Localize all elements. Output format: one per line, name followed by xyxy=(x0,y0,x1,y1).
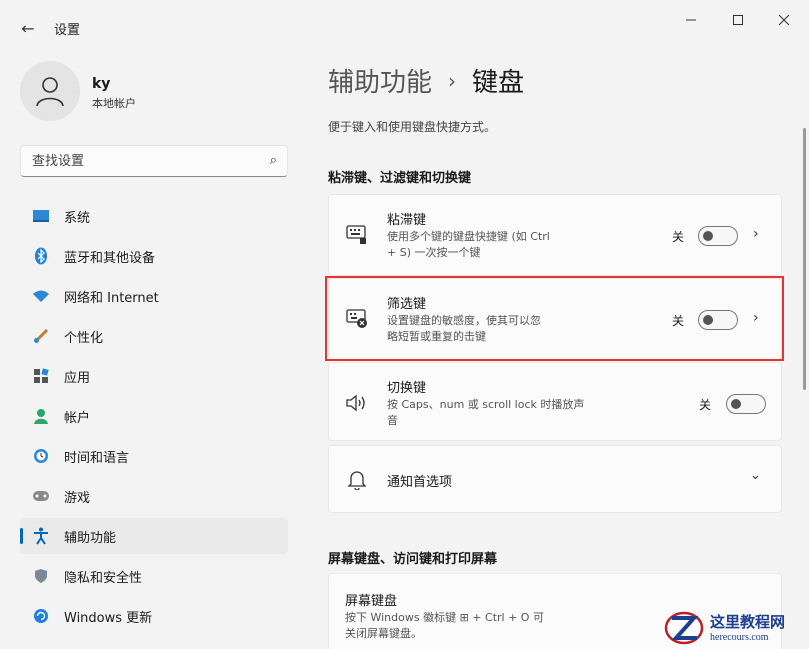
main-content: 辅助功能 › 键盘 便于键入和使用键盘快捷方式。 粘滞键、过滤键和切换键 粘滞键… xyxy=(305,48,809,649)
sidebar-item-label: 网络和 Internet xyxy=(64,290,159,306)
sidebar-item-apps[interactable]: 应用 xyxy=(20,358,288,394)
maximize-icon xyxy=(733,15,743,25)
section-title: 粘滞键、过滤键和切换键 xyxy=(328,171,472,186)
toggle-keys-state: 关 xyxy=(699,398,712,412)
on-screen-keyboard-title: 屏幕键盘 xyxy=(345,594,398,609)
on-screen-keyboard-description: 按下 Windows 徽标键 ⊞ + Ctrl + O 可 关闭屏幕键盘。 xyxy=(345,611,544,640)
sidebar-item-time-language[interactable]: 时间和语言 xyxy=(20,438,288,474)
watermark-text: 这里教程网 xyxy=(710,612,786,631)
close-button[interactable] xyxy=(769,8,799,32)
minimize-icon xyxy=(686,19,696,21)
sidebar-item-windows-update[interactable]: Windows 更新 xyxy=(20,598,288,634)
filter-keys-title: 筛选键 xyxy=(387,297,427,312)
back-button[interactable]: ← xyxy=(16,16,40,40)
chevron-right-icon[interactable]: › xyxy=(753,310,759,326)
title-bar: ← 设置 xyxy=(0,0,809,48)
sidebar-item-bluetooth[interactable]: 蓝牙和其他设备 xyxy=(20,238,288,274)
sidebar-item-label: 时间和语言 xyxy=(64,450,130,466)
person-icon xyxy=(36,77,64,107)
search-icon[interactable]: ⌕ xyxy=(270,153,277,168)
sidebar-item-network[interactable]: 网络和 Internet xyxy=(20,278,288,314)
sticky-keys-state: 关 xyxy=(672,230,685,244)
chevron-down-icon[interactable]: ⌄ xyxy=(750,468,761,483)
sidebar-item-label: 蓝牙和其他设备 xyxy=(64,250,156,266)
sidebar-item-label: 应用 xyxy=(64,370,91,386)
sidebar-item-accessibility[interactable]: 辅助功能 xyxy=(20,518,288,554)
page-title: 键盘 xyxy=(472,68,525,98)
avatar[interactable] xyxy=(20,61,80,121)
search-box[interactable]: ⌕ xyxy=(20,145,288,177)
app-title: 设置 xyxy=(54,23,81,38)
sidebar-item-label: 帐户 xyxy=(64,410,91,426)
watermark: 这里教程网 herecours.com xyxy=(662,604,809,649)
search-input[interactable] xyxy=(21,146,251,176)
keyboard-icon xyxy=(345,223,369,247)
bluetooth-icon xyxy=(32,247,50,265)
notification-preferences-title: 通知首选项 xyxy=(387,475,453,490)
toggle-keys-title: 切换键 xyxy=(387,381,427,396)
user-name: ky xyxy=(92,76,111,92)
sidebar-item-label: 辅助功能 xyxy=(64,530,117,546)
sticky-keys-description: 使用多个键的键盘快捷键 (如 Ctrl + S) 一次按一个键 xyxy=(387,230,550,259)
maximize-button[interactable] xyxy=(723,8,753,32)
apps-icon xyxy=(32,367,50,385)
sidebar-item-label: 隐私和安全性 xyxy=(64,570,143,586)
accessibility-icon xyxy=(32,527,50,545)
scrollbar[interactable] xyxy=(803,128,806,390)
bell-icon xyxy=(345,468,369,492)
sidebar-item-gaming[interactable]: 游戏 xyxy=(20,478,288,514)
sidebar-item-label: 游戏 xyxy=(64,490,91,506)
chevron-right-icon[interactable]: › xyxy=(753,226,759,242)
sidebar-item-personalization[interactable]: 个性化 xyxy=(20,318,288,354)
arrow-left-icon: ← xyxy=(21,18,35,38)
wifi-icon xyxy=(32,287,50,305)
sidebar-item-label: Windows 更新 xyxy=(64,610,153,626)
sidebar-item-privacy[interactable]: 隐私和安全性 xyxy=(20,558,288,594)
account-type: 本地帐户 xyxy=(92,97,136,110)
person-icon xyxy=(32,407,50,425)
monitor-icon xyxy=(32,207,50,225)
filter-keys-state: 关 xyxy=(672,314,685,328)
notification-preferences-card[interactable]: 通知首选项 ⌄ xyxy=(328,445,782,513)
close-icon xyxy=(779,15,789,25)
watermark-url: herecours.com xyxy=(710,631,769,643)
sidebar-nav: 系统 蓝牙和其他设备 网络和 Internet 个性化 应用 帐户 时间和语言 … xyxy=(20,198,288,638)
sidebar-item-label: 系统 xyxy=(64,210,91,226)
brush-icon xyxy=(32,327,50,345)
filter-keys-icon xyxy=(345,307,369,331)
breadcrumb: 辅助功能 › 键盘 xyxy=(328,62,524,99)
page-description: 便于键入和使用键盘快捷方式。 xyxy=(328,120,497,134)
toggle-keys-description: 按 Caps、num 或 scroll lock 时播放声 音 xyxy=(387,398,585,427)
sidebar-item-accounts[interactable]: 帐户 xyxy=(20,398,288,434)
gamepad-icon xyxy=(32,487,50,505)
watermark-logo-icon xyxy=(662,607,706,647)
shield-icon xyxy=(32,567,50,585)
sticky-keys-toggle[interactable] xyxy=(698,226,738,246)
sidebar-item-system[interactable]: 系统 xyxy=(20,198,288,234)
section-title: 屏幕键盘、访问键和打印屏幕 xyxy=(328,552,498,567)
sticky-keys-title: 粘滞键 xyxy=(387,213,427,228)
sticky-keys-card[interactable]: 粘滞键 使用多个键的键盘快捷键 (如 Ctrl + S) 一次按一个键 关 › xyxy=(328,194,782,276)
sidebar-item-label: 个性化 xyxy=(64,330,104,346)
toggle-keys-toggle[interactable] xyxy=(726,394,766,414)
minimize-button[interactable] xyxy=(676,8,706,32)
filter-keys-description: 设置键盘的敏感度，使其可以忽 略短暂或重复的击键 xyxy=(387,314,541,343)
filter-keys-card[interactable]: 筛选键 设置键盘的敏感度，使其可以忽 略短暂或重复的击键 关 › xyxy=(328,278,782,360)
filter-keys-toggle[interactable] xyxy=(698,310,738,330)
toggle-keys-card[interactable]: 切换键 按 Caps、num 或 scroll lock 时播放声 音 关 xyxy=(328,362,782,441)
breadcrumb-parent[interactable]: 辅助功能 xyxy=(328,62,432,99)
speaker-icon xyxy=(345,391,369,415)
clock-globe-icon xyxy=(32,447,50,465)
update-icon xyxy=(32,607,50,625)
sidebar: ky 本地帐户 ⌕ 系统 蓝牙和其他设备 网络和 Internet xyxy=(0,48,305,649)
chevron-right-icon: › xyxy=(448,68,457,93)
